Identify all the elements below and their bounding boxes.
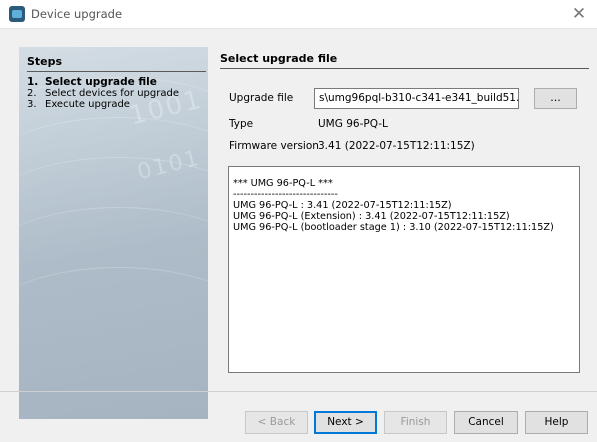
next-button[interactable]: Next > xyxy=(314,411,377,434)
step-number: 2. xyxy=(27,88,37,99)
app-icon xyxy=(9,6,25,22)
type-label: Type xyxy=(229,118,254,130)
steps-panel: 1001 0101 Steps 1. Select upgrade file 2… xyxy=(19,47,208,419)
help-button[interactable]: Help xyxy=(525,411,588,434)
step-label: Execute upgrade xyxy=(45,99,130,110)
page-title: Select upgrade file xyxy=(220,52,338,65)
upgrade-file-field[interactable]: s\umg96pql-b310-c341-e341_build51.zip xyxy=(314,88,519,109)
info-line: UMG 96-PQ-L (Extension) : 3.41 (2022-07-… xyxy=(233,211,510,222)
info-line: *** UMG 96-PQ-L *** xyxy=(233,178,333,189)
wizard-body: 1001 0101 Steps 1. Select upgrade file 2… xyxy=(0,28,597,442)
step-item: 1. Select upgrade file xyxy=(27,77,179,88)
close-icon[interactable]: ✕ xyxy=(567,2,591,26)
firmware-info-textarea[interactable]: *** UMG 96-PQ-L *** --------------------… xyxy=(228,166,580,373)
step-list: 1. Select upgrade file 2. Select devices… xyxy=(27,77,179,111)
info-line: ------------------------------ xyxy=(233,189,338,200)
cancel-button[interactable]: Cancel xyxy=(454,411,518,434)
step-number: 1. xyxy=(27,76,39,88)
firmware-version-label: Firmware version xyxy=(229,140,319,152)
browse-button[interactable]: ... xyxy=(534,88,577,109)
step-item: 2. Select devices for upgrade xyxy=(27,88,179,99)
step-label: Select devices for upgrade xyxy=(45,88,179,99)
steps-heading: Steps xyxy=(27,55,63,68)
step-number: 3. xyxy=(27,99,37,110)
divider xyxy=(220,68,589,69)
info-line: UMG 96-PQ-L (bootloader stage 1) : 3.10 … xyxy=(233,222,554,233)
window-title: Device upgrade xyxy=(31,7,123,21)
finish-button[interactable]: Finish xyxy=(384,411,447,434)
upgrade-file-label: Upgrade file xyxy=(229,92,294,104)
firmware-version-value: 3.41 (2022-07-15T12:11:15Z) xyxy=(318,140,475,152)
background-wave xyxy=(19,267,208,387)
back-button[interactable]: < Back xyxy=(245,411,308,434)
divider xyxy=(27,71,206,72)
type-value: UMG 96-PQ-L xyxy=(318,118,388,130)
info-line: UMG 96-PQ-L : 3.41 (2022-07-15T12:11:15Z… xyxy=(233,200,452,211)
title-bar: Device upgrade ✕ xyxy=(0,0,597,28)
step-label: Select upgrade file xyxy=(45,76,157,88)
step-item: 3. Execute upgrade xyxy=(27,99,179,110)
button-bar-divider xyxy=(0,391,597,392)
